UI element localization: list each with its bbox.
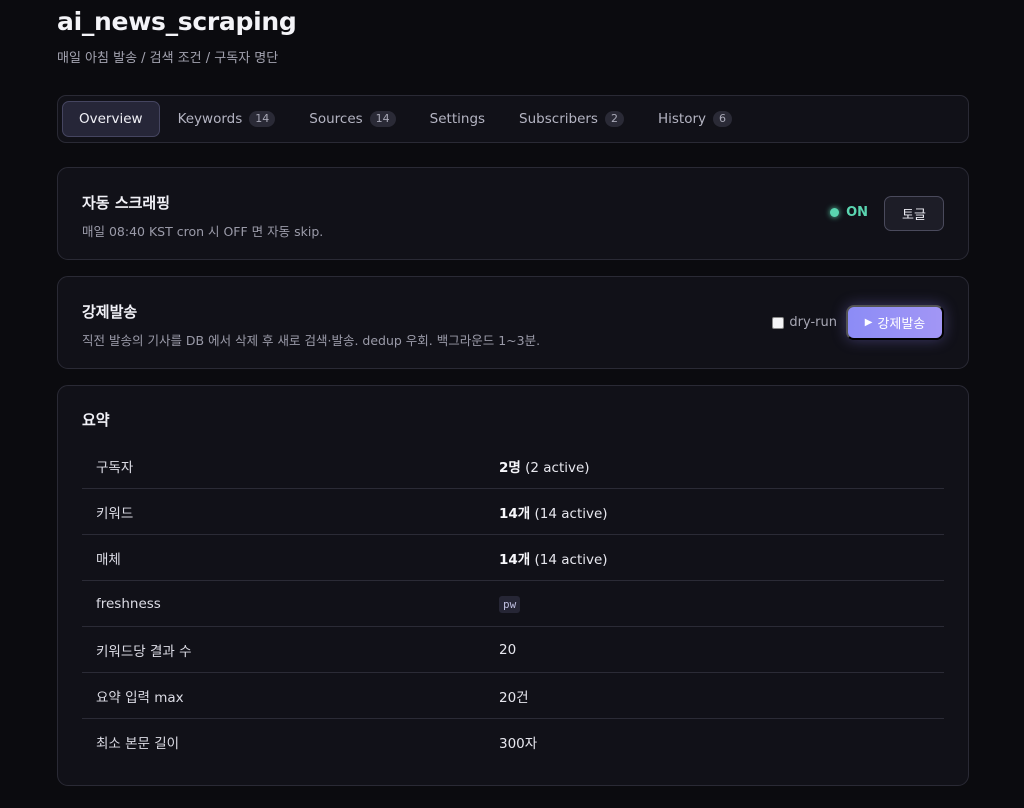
row-value-strong: 2명 <box>499 459 521 476</box>
force-send-card: 강제발송 직전 발송의 기사를 DB 에서 삭제 후 새로 검색·발송. ded… <box>57 276 969 369</box>
summary-title: 요약 <box>82 411 110 429</box>
row-value-detail: (14 active) <box>530 505 608 522</box>
auto-scraping-card: 자동 스크래핑 매일 08:40 KST cron 시 OFF 면 자동 ski… <box>57 167 969 260</box>
table-row: 요약 입력 max 20건 <box>82 673 944 719</box>
row-label: 키워드당 결과 수 <box>96 643 192 660</box>
row-label: 키워드 <box>96 505 134 522</box>
table-row: 구독자 2명 (2 active) <box>82 443 944 489</box>
row-value: 20건 <box>499 689 529 706</box>
table-row: 키워드 14개 (14 active) <box>82 489 944 535</box>
tab-label: History <box>657 111 706 127</box>
summary-card: 요약 구독자 2명 (2 active) 키워드 14개 (14 active)… <box>57 385 969 786</box>
row-value: pw <box>499 595 521 613</box>
auto-scraping-description: 매일 08:40 KST cron 시 OFF 면 자동 skip. <box>82 224 324 239</box>
page-subtitle: 매일 아침 발송 / 검색 조건 / 구독자 명단 <box>57 51 279 66</box>
dry-run-option[interactable]: dry-run <box>772 315 837 330</box>
summary-table: 구독자 2명 (2 active) 키워드 14개 (14 active) 매체… <box>82 443 944 765</box>
status-indicator: ON <box>830 205 868 220</box>
tab-bar: Overview Keywords 14 Sources 14 Settings… <box>57 95 969 143</box>
row-value: 14개 (14 active) <box>499 502 608 522</box>
tab-label: Overview <box>79 111 143 127</box>
tab-keywords[interactable]: Keywords 14 <box>162 101 292 137</box>
tab-count-badge: 14 <box>249 111 276 127</box>
tab-label: Subscribers <box>519 111 598 127</box>
status-dot-icon <box>830 208 840 217</box>
row-value: 20 <box>499 641 517 658</box>
row-value-strong: 14개 <box>499 551 531 568</box>
tab-count-badge: 14 <box>369 111 396 127</box>
force-send-title: 강제발송 <box>82 303 138 321</box>
dry-run-checkbox[interactable] <box>772 316 785 329</box>
row-value-detail: (14 active) <box>530 551 608 568</box>
tab-settings[interactable]: Settings <box>414 101 501 137</box>
row-value: 14개 (14 active) <box>499 548 608 568</box>
row-label: 요약 입력 max <box>96 689 184 706</box>
row-value-detail: (2 active) <box>520 459 590 476</box>
tab-count-badge: 6 <box>713 111 732 127</box>
tab-overview[interactable]: Overview <box>62 101 160 137</box>
row-value: 2명 (2 active) <box>499 456 590 476</box>
page-title: ai_news_scraping <box>57 7 297 36</box>
tab-subscribers[interactable]: Subscribers 2 <box>503 101 640 137</box>
page: ai_news_scraping 매일 아침 발송 / 검색 조건 / 구독자 … <box>57 0 969 786</box>
code-chip: pw <box>499 595 521 613</box>
table-row: 키워드당 결과 수 20 <box>82 627 944 673</box>
row-label: 구독자 <box>96 459 134 476</box>
tab-history[interactable]: History 6 <box>642 101 748 137</box>
force-send-description: 직전 발송의 기사를 DB 에서 삭제 후 새로 검색·발송. dedup 우회… <box>82 333 541 348</box>
row-value-strong: 14개 <box>499 505 531 522</box>
dry-run-label: dry-run <box>789 315 837 330</box>
toggle-button[interactable]: 토글 <box>884 196 944 231</box>
auto-scraping-title: 자동 스크래핑 <box>82 194 171 212</box>
row-label: 매체 <box>96 551 121 568</box>
tab-label: Settings <box>429 111 486 127</box>
row-value: 300자 <box>499 736 538 752</box>
table-row: 최소 본문 길이 300자 <box>82 719 944 765</box>
row-label: 최소 본문 길이 <box>96 736 180 752</box>
tab-label: Keywords <box>177 111 243 127</box>
force-send-button[interactable]: ▶ 강제발송 <box>846 305 944 340</box>
table-row: freshness pw <box>82 581 944 627</box>
table-row: 매체 14개 (14 active) <box>82 535 944 581</box>
status-text: ON <box>846 205 868 220</box>
tab-sources[interactable]: Sources 14 <box>293 101 411 137</box>
tab-label: Sources <box>309 111 363 127</box>
play-icon: ▶ <box>864 317 873 328</box>
row-label: freshness <box>96 595 161 612</box>
tab-count-badge: 2 <box>604 111 624 127</box>
force-send-button-label: 강제발송 <box>877 316 926 331</box>
